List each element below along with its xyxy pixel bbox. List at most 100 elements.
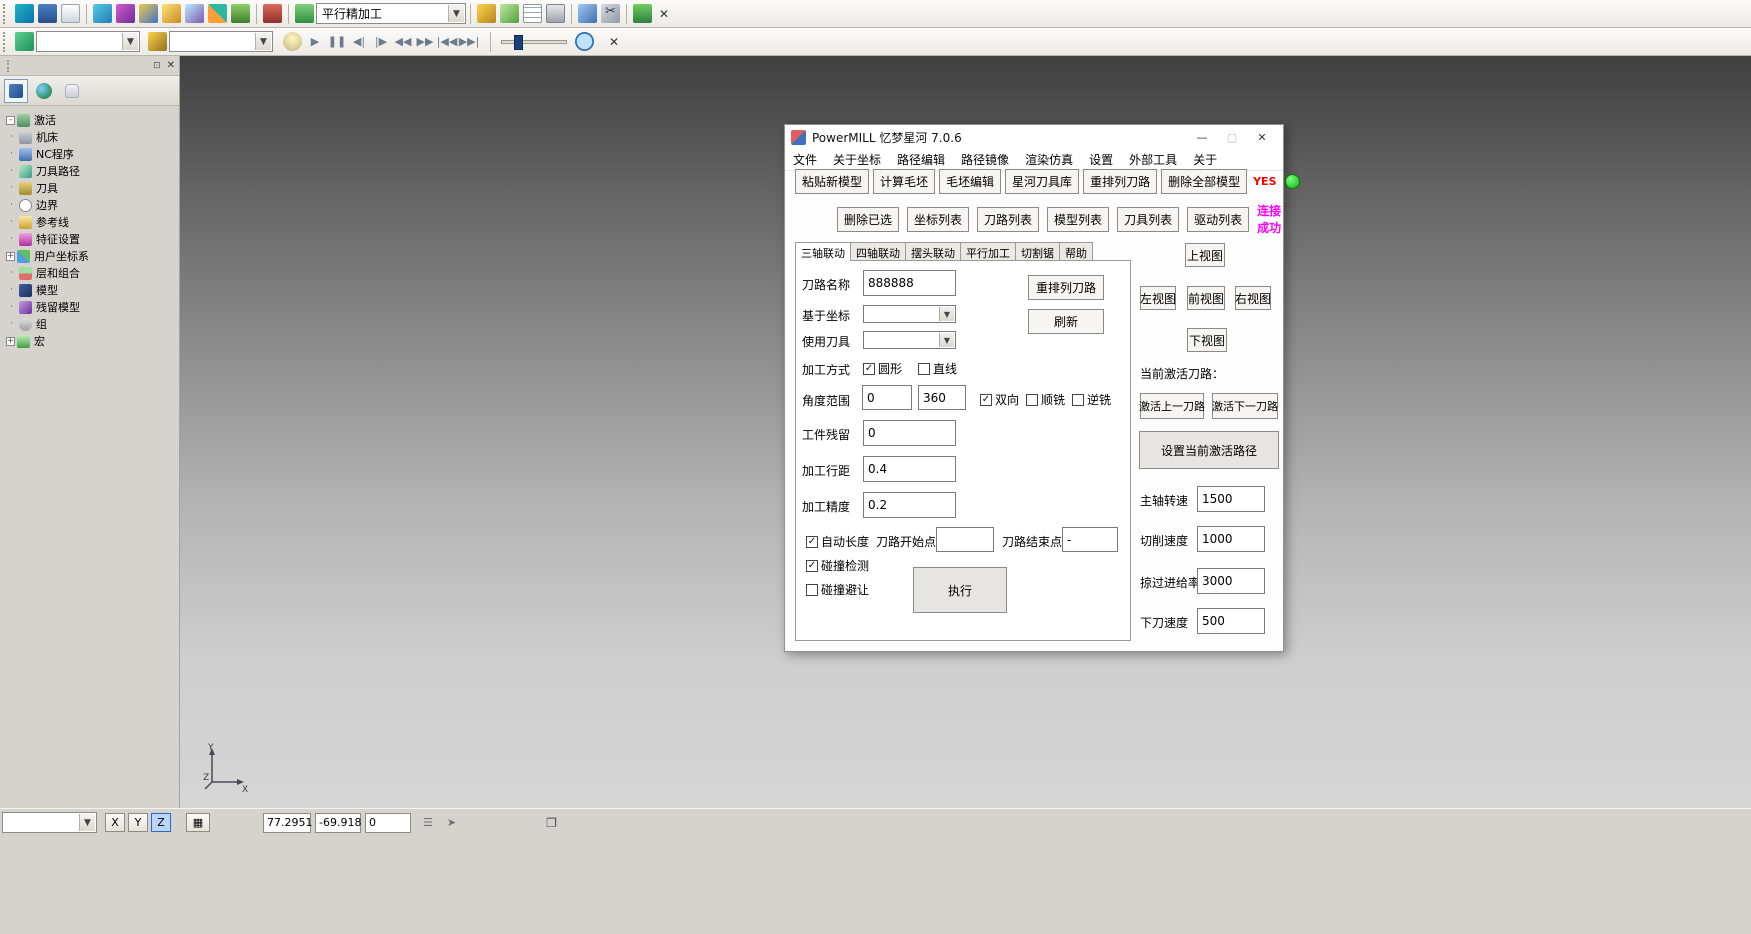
stats-edit-icon[interactable]: [578, 4, 597, 23]
circle-checkbox[interactable]: ✓ 圆形: [863, 360, 902, 377]
block-edit-button[interactable]: 毛坯编辑: [939, 169, 1001, 194]
collision-check-checkbox[interactable]: ✓ 碰撞检测: [806, 557, 869, 574]
tool-list-button[interactable]: 刀具列表: [1117, 207, 1179, 232]
tree-item-pattern[interactable]: · 参考线: [6, 214, 179, 230]
toolbar-grip[interactable]: [3, 4, 10, 24]
axis-y-button[interactable]: Y: [128, 813, 148, 832]
chevron-down-icon[interactable]: ▼: [448, 5, 464, 22]
pattern-icon[interactable]: [208, 4, 227, 23]
tolerance-input[interactable]: [863, 492, 956, 518]
tool-select[interactable]: ▼: [863, 331, 956, 349]
dual-pane-icon[interactable]: ❐: [546, 816, 557, 830]
explorer-tree-icon[interactable]: [4, 79, 28, 103]
auto-length-checkbox[interactable]: ✓ 自动长度: [806, 533, 869, 550]
tree-node-icon[interactable]: -: [6, 116, 15, 125]
playback-close-icon[interactable]: ✕: [604, 32, 624, 52]
tools-hammer-icon[interactable]: [477, 4, 496, 23]
delete-selected-button[interactable]: 删除已选: [837, 207, 899, 232]
toolbar-grip[interactable]: [3, 32, 10, 52]
tree-expander-icon[interactable]: +: [6, 252, 15, 261]
reorder-toolpath-button[interactable]: 重排列刀路: [1083, 169, 1157, 194]
speed-slider-thumb[interactable]: [514, 35, 523, 50]
pointer-icon[interactable]: ➤: [447, 816, 456, 829]
tool-edit-icon[interactable]: [148, 32, 167, 51]
boundary-edit-icon[interactable]: [185, 4, 204, 23]
user-icon[interactable]: [263, 4, 282, 23]
bulb-icon[interactable]: [283, 32, 302, 51]
tree-item-macro[interactable]: + 宏: [6, 333, 179, 349]
view-bottom-button[interactable]: 下视图: [1187, 328, 1227, 352]
skip-start-icon[interactable]: |◀◀: [436, 31, 458, 53]
rewind-icon[interactable]: ◀◀: [392, 31, 414, 53]
tab-head-tilt[interactable]: 摆头联动: [905, 242, 961, 260]
angle-from-input[interactable]: [862, 385, 912, 410]
globe-icon[interactable]: [32, 79, 56, 103]
maximize-icon[interactable]: ▢: [1217, 127, 1247, 147]
tool-library-button[interactable]: 星河刀具库: [1005, 169, 1079, 194]
chevron-down-icon[interactable]: ▼: [122, 33, 138, 50]
view-left-button[interactable]: 左视图: [1140, 286, 1176, 310]
chevron-down-icon[interactable]: ▼: [939, 333, 954, 347]
activate-next-button[interactable]: 激活下一刀路: [1212, 393, 1278, 419]
stepover-input[interactable]: [863, 456, 956, 482]
coord-y-value[interactable]: -69.918: [315, 813, 361, 833]
clock-icon[interactable]: [575, 32, 594, 51]
skip-end-icon[interactable]: ▶▶|: [458, 31, 480, 53]
axis-z-button[interactable]: Z: [151, 813, 171, 832]
step-forward-icon[interactable]: |▶: [370, 31, 392, 53]
cutting-speed-input[interactable]: [1197, 526, 1265, 552]
coord-select[interactable]: ▼: [863, 305, 956, 323]
layer-edit-icon[interactable]: [231, 4, 250, 23]
coord-x-value[interactable]: 77.2951: [263, 813, 311, 833]
fast-forward-icon[interactable]: ▶▶: [414, 31, 436, 53]
climb-checkbox[interactable]: 顺铣: [1026, 391, 1065, 408]
menu-workplane[interactable]: 关于坐标: [833, 151, 881, 168]
tab-saw[interactable]: 切割锯: [1015, 242, 1060, 260]
menu-external-tools[interactable]: 外部工具: [1129, 151, 1177, 168]
tab-3axis[interactable]: 三轴联动: [795, 242, 851, 261]
coord-list-button[interactable]: 坐标列表: [907, 207, 969, 232]
model-stack-icon[interactable]: [15, 4, 34, 23]
save-icon[interactable]: [38, 4, 57, 23]
tree-item-model[interactable]: · 模型: [6, 282, 179, 298]
activate-prev-button[interactable]: 激活上一刀路: [1140, 393, 1204, 419]
tree-item-levels[interactable]: · 层和组合: [6, 265, 179, 281]
refresh-button[interactable]: 刷新: [1028, 309, 1104, 334]
graph-icon[interactable]: [500, 4, 519, 23]
tree-item-group[interactable]: · 组: [6, 316, 179, 332]
menu-about[interactable]: 关于: [1193, 151, 1217, 168]
tree-item-feature-set[interactable]: · 特征设置: [6, 231, 179, 247]
menu-path-edit[interactable]: 路径编辑: [897, 151, 945, 168]
tool-select-dropdown[interactable]: ▼: [169, 31, 273, 52]
tree-item-machine[interactable]: · 机床: [6, 129, 179, 145]
plane-icon[interactable]: [116, 4, 135, 23]
calculator-icon[interactable]: [546, 4, 565, 23]
chevron-down-icon[interactable]: ▼: [939, 307, 954, 321]
plunge-speed-input[interactable]: [1197, 608, 1265, 634]
panel-grip[interactable]: [7, 60, 14, 72]
pause-icon[interactable]: ❚❚: [326, 31, 348, 53]
panel-float-icon[interactable]: ⊡: [153, 61, 161, 71]
play-icon[interactable]: ▶: [304, 31, 326, 53]
minimize-icon[interactable]: —: [1187, 127, 1217, 147]
model-list-button[interactable]: 模型列表: [1047, 207, 1109, 232]
dialog-titlebar[interactable]: PowerMILL 忆梦星河 7.0.6 — ▢ ✕: [785, 125, 1283, 149]
chevron-down-icon[interactable]: ▼: [255, 33, 271, 50]
toolbar-close-icon[interactable]: ✕: [654, 4, 674, 24]
axis-x-button[interactable]: X: [105, 813, 125, 832]
tree-item-boundary[interactable]: · 边界: [6, 197, 179, 213]
tab-help[interactable]: 帮助: [1059, 242, 1093, 260]
block-icon[interactable]: [93, 4, 112, 23]
calc-block-button[interactable]: 计算毛坯: [873, 169, 935, 194]
scissors-icon[interactable]: ✂: [601, 4, 620, 23]
status-dropdown[interactable]: ▼: [2, 812, 97, 833]
ghost-model-icon[interactable]: [60, 79, 84, 103]
tree-item-workplane[interactable]: + 用户坐标系: [6, 248, 179, 264]
speed-slider[interactable]: [501, 40, 567, 44]
strategy-list-icon[interactable]: [295, 4, 314, 23]
view-right-button[interactable]: 右视图: [1235, 286, 1271, 310]
tree-expander-icon[interactable]: +: [6, 337, 15, 346]
tree-item-tool[interactable]: · 刀具: [6, 180, 179, 196]
menu-render-sim[interactable]: 渲染仿真: [1025, 151, 1073, 168]
collision-avoid-checkbox[interactable]: 碰撞避让: [806, 581, 869, 598]
